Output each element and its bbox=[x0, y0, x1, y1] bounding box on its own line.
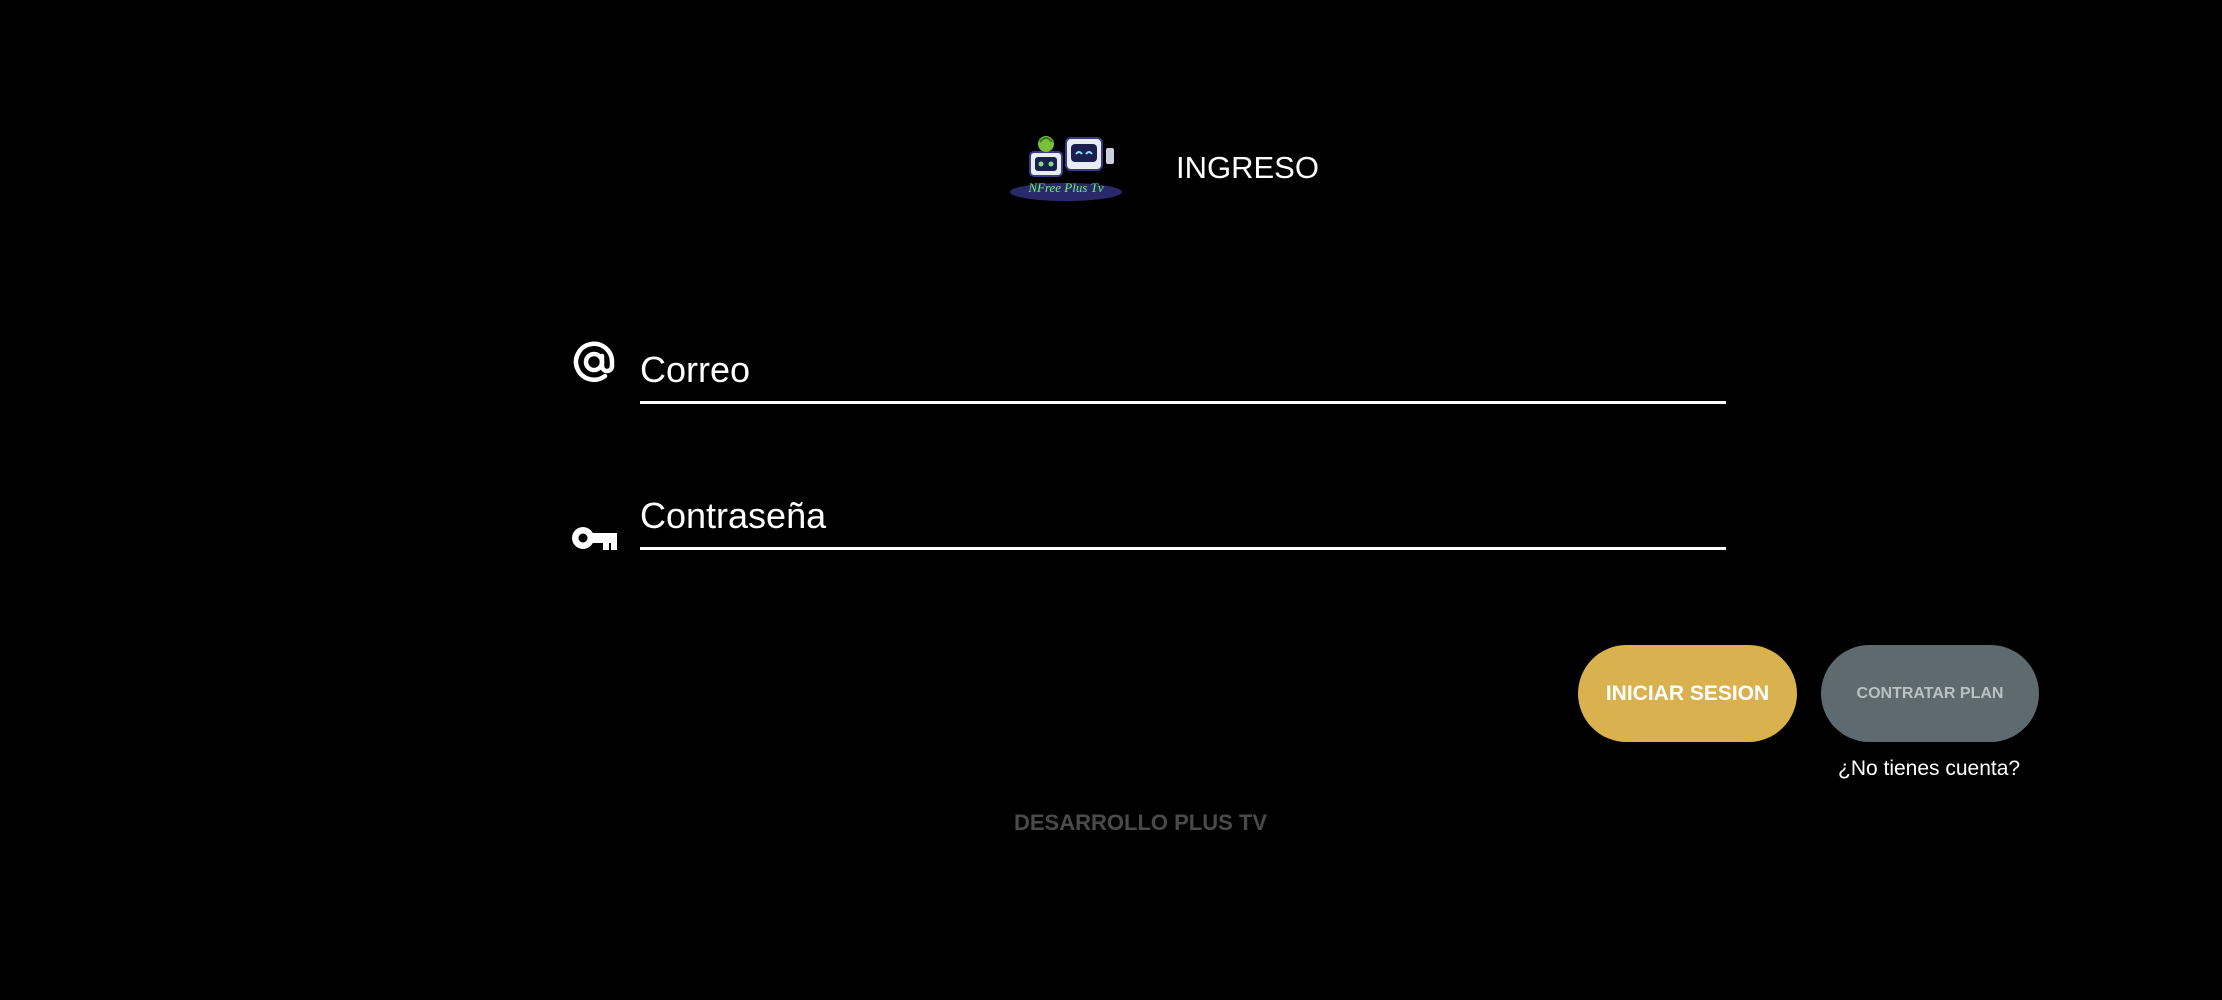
app-logo: NFree Plus Tv bbox=[1010, 136, 1122, 201]
page-title: INGRESO bbox=[1176, 150, 1319, 185]
footer-credit: DESARROLLO PLUS TV bbox=[1014, 810, 1268, 835]
login-screen: NFree Plus Tv INGRESO INICIAR SESION CON… bbox=[0, 0, 2222, 1000]
password-row bbox=[570, 484, 1730, 554]
email-row bbox=[570, 338, 1730, 408]
login-button[interactable]: INICIAR SESION bbox=[1578, 645, 1797, 742]
email-field[interactable] bbox=[640, 338, 1726, 404]
logo-text: NFree Plus Tv bbox=[1027, 180, 1104, 195]
subscribe-plan-button[interactable]: CONTRATAR PLAN bbox=[1821, 645, 2039, 742]
key-icon bbox=[572, 527, 617, 550]
no-account-link[interactable]: ¿No tienes cuenta? bbox=[1838, 757, 2024, 781]
at-sign-icon bbox=[573, 341, 615, 382]
password-field[interactable] bbox=[640, 484, 1726, 550]
